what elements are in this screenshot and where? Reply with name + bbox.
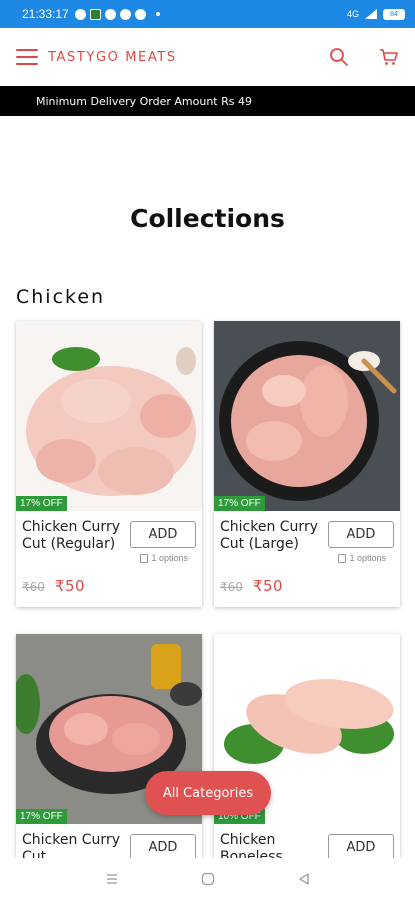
product-image[interactable]: 17% OFF: [16, 321, 202, 511]
messenger-icon: [104, 8, 116, 20]
options-label: 1 options: [338, 553, 386, 563]
app-header: TASTYGO MEATS: [0, 28, 415, 86]
options-icon: [140, 553, 149, 563]
sale-price: ₹50: [54, 577, 86, 595]
product-card[interactable]: 17% OFF Chicken Curry Cut (Large) ADD 1 …: [214, 321, 400, 607]
add-button[interactable]: ADD: [130, 521, 196, 548]
product-card[interactable]: 17% OFF Chicken Curry Cut ADD: [16, 634, 202, 858]
original-price: ₹60: [220, 580, 243, 594]
product-name[interactable]: Chicken Curry Cut (Large): [220, 519, 320, 553]
page-title: Collections: [130, 204, 285, 233]
product-card[interactable]: 17% OFF Chicken Curry Cut (Regular) ADD …: [16, 321, 202, 607]
discount-badge: 17% OFF: [16, 809, 67, 824]
home-icon[interactable]: [200, 871, 216, 887]
network-label: 4G: [346, 9, 359, 19]
discount-badge: 17% OFF: [16, 496, 67, 511]
options-icon: [338, 553, 347, 563]
sale-price: ₹50: [252, 577, 284, 595]
add-button[interactable]: ADD: [328, 521, 394, 548]
status-bar: 21:33:17 4G 84: [0, 0, 415, 28]
search-icon[interactable]: [329, 47, 349, 67]
product-name[interactable]: Chicken Curry Cut: [22, 832, 122, 858]
snapchat-icon: [74, 8, 86, 20]
min-order-banner: Minimum Delivery Order Amount Rs 49: [0, 86, 415, 116]
product-card[interactable]: 10% OFF Chicken Boneless ADD: [214, 634, 400, 858]
section-title: Chicken: [16, 286, 106, 308]
add-button[interactable]: ADD: [130, 834, 196, 858]
recent-apps-icon[interactable]: [104, 871, 120, 887]
cart-icon[interactable]: [379, 47, 399, 67]
menu-icon[interactable]: [16, 49, 38, 65]
product-name[interactable]: Chicken Boneless: [220, 832, 320, 858]
status-time: 21:33:17: [22, 7, 69, 21]
messenger-icon-2: [119, 8, 131, 20]
all-categories-button[interactable]: All Categories: [145, 771, 271, 815]
brand-name[interactable]: TASTYGO MEATS: [48, 50, 177, 65]
battery-icon: 84: [383, 8, 405, 20]
discount-badge: 17% OFF: [214, 496, 265, 511]
system-nav-bar: [0, 858, 415, 900]
more-dot-icon: [155, 12, 160, 16]
status-right: 4G 84: [346, 8, 405, 20]
notification-icons: [74, 8, 160, 20]
product-name[interactable]: Chicken Curry Cut (Regular): [22, 519, 122, 553]
banner-text: Minimum Delivery Order Amount Rs 49: [36, 94, 252, 108]
back-icon[interactable]: [296, 871, 312, 887]
original-price: ₹60: [22, 580, 45, 594]
options-label: 1 options: [140, 553, 188, 563]
add-button[interactable]: ADD: [328, 834, 394, 858]
signal-icon: [365, 9, 377, 19]
chat-icon: [134, 8, 146, 20]
app-notification-icon: [89, 8, 101, 20]
product-image[interactable]: 17% OFF: [214, 321, 400, 511]
